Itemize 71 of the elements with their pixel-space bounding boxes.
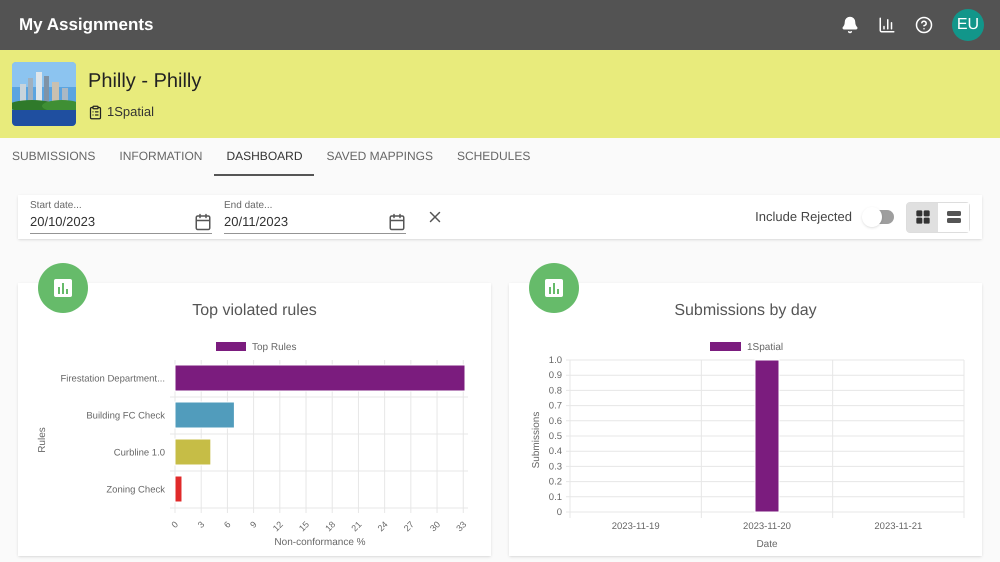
tab[interactable]: SUBMISSIONS bbox=[0, 138, 108, 176]
card-title: Top violated rules bbox=[192, 301, 317, 321]
axis-tick-label: 27 bbox=[401, 519, 416, 534]
grid-view-button[interactable] bbox=[907, 202, 938, 232]
card-title: Submissions by day bbox=[674, 301, 817, 321]
axis-category-label: Curbline 1.0 bbox=[113, 448, 164, 458]
axis-title: Submissions bbox=[530, 412, 542, 468]
axis-title: Date bbox=[756, 539, 778, 550]
axis-category-label: Zoning Check bbox=[106, 484, 164, 496]
axis-tick-label: 33 bbox=[454, 519, 468, 534]
field-label: End date... bbox=[224, 200, 274, 212]
field-label: Start date... bbox=[30, 200, 83, 212]
axis-tick-label: 0.9 bbox=[548, 370, 562, 382]
axis-title: Non-conformance % bbox=[274, 537, 366, 548]
app-title: My Assignments bbox=[19, 14, 154, 36]
axis-category-label: 2023-11-20 bbox=[742, 521, 790, 532]
bar-chart-icon bbox=[53, 278, 73, 298]
chart-legend: 1Spatial bbox=[710, 342, 783, 353]
axis-tick-label: 15 bbox=[296, 519, 311, 534]
axis-tick-label: 0.8 bbox=[548, 385, 562, 396]
axis-category-label: Firestation Department... bbox=[60, 374, 164, 384]
organisation-name: 1Spatial bbox=[107, 103, 154, 122]
axis-tick-label: 24 bbox=[375, 519, 390, 534]
field-value: 20/10/2023 bbox=[30, 212, 96, 231]
axis-tick-label: 1.0 bbox=[548, 355, 562, 366]
legend-label: Top Rules bbox=[252, 342, 296, 353]
axis-title: Rules bbox=[36, 427, 48, 453]
axis-tick-label: 3 bbox=[195, 519, 206, 530]
tab[interactable]: INFORMATION bbox=[107, 138, 214, 176]
axis-tick-label: 0.6 bbox=[548, 416, 562, 427]
axis-tick-label: 0.7 bbox=[548, 400, 562, 412]
axis-tick-label: 18 bbox=[322, 519, 337, 534]
date-field[interactable]: End date... 20/11/2023 bbox=[224, 200, 406, 234]
list-icon bbox=[946, 209, 962, 225]
axis-tick-label: 9 bbox=[248, 519, 258, 530]
project-name: Philly - Philly bbox=[88, 69, 202, 94]
grid-icon bbox=[914, 209, 930, 225]
bar-chart-icon[interactable] bbox=[878, 16, 896, 34]
axis-tick-label: 0 bbox=[556, 507, 562, 518]
axis-tick-label: 0.4 bbox=[548, 446, 562, 458]
axis-tick-label: 0 bbox=[169, 519, 180, 530]
chart-bar bbox=[174, 402, 234, 428]
chart-bar bbox=[174, 476, 182, 502]
axis-tick-label: 0.5 bbox=[548, 431, 562, 442]
axis-tick-label: 0.2 bbox=[548, 476, 562, 488]
axis-category-label: Building FC Check bbox=[86, 410, 164, 422]
calendar-icon[interactable] bbox=[388, 212, 406, 230]
axis-tick-label: 12 bbox=[270, 519, 284, 534]
tab[interactable]: SAVED MAPPINGS bbox=[314, 138, 445, 176]
calendar-icon[interactable] bbox=[194, 212, 212, 230]
chart-legend: Top Rules bbox=[216, 342, 296, 353]
bar-chart-icon bbox=[544, 278, 564, 298]
help-icon[interactable] bbox=[915, 16, 933, 34]
notification-icon[interactable] bbox=[841, 16, 859, 34]
axis-category-label: 2023-11-19 bbox=[611, 521, 660, 532]
include-rejected-switch[interactable] bbox=[864, 210, 894, 224]
field-value: 20/11/2023 bbox=[224, 212, 288, 231]
toggle-label: Include Rejected bbox=[755, 208, 852, 226]
clipboard-icon bbox=[88, 104, 103, 120]
chart-bar bbox=[174, 438, 211, 466]
axis-tick-label: 0.1 bbox=[548, 492, 562, 503]
axis-category-label: 2023-11-21 bbox=[874, 521, 922, 532]
tab[interactable]: SCHEDULES bbox=[444, 138, 542, 176]
axis-tick-label: 6 bbox=[221, 519, 232, 530]
user-avatar[interactable]: EU bbox=[952, 9, 984, 41]
axis-tick-label: 30 bbox=[428, 519, 442, 534]
legend-label: 1Spatial bbox=[746, 342, 783, 353]
tab[interactable]: DASHBOARD bbox=[214, 138, 314, 176]
axis-tick-label: 21 bbox=[348, 519, 364, 534]
date-field[interactable]: Start date... 20/10/2023 bbox=[30, 200, 212, 234]
axis-tick-label: 0.3 bbox=[548, 461, 562, 472]
